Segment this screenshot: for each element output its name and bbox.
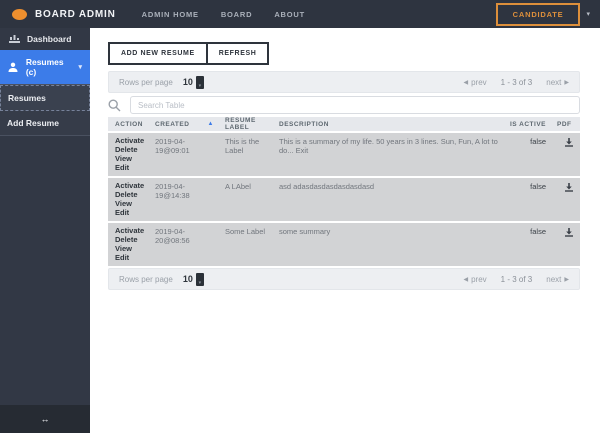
rows-per-page-select[interactable]: ▾ [195,75,204,89]
prev-page-button[interactable]: ◀ prev [463,78,486,87]
cell-description: This is a summary of my life. 50 years i… [279,137,498,155]
sidebar-item-label: Resumes (c) [25,57,64,77]
cell-is-active: false [530,137,546,146]
edit-link[interactable]: Edit [115,209,148,217]
column-header-resume-label[interactable]: RESUME LABEL [218,117,272,131]
view-link[interactable]: View [115,245,148,253]
sidebar-collapse-toggle[interactable]: ↔ [0,405,90,433]
add-new-resume-button[interactable]: ADD NEW RESUME [108,42,208,65]
toolbar: ADD NEW RESUME REFRESH [108,42,580,65]
edit-link[interactable]: Edit [115,254,148,262]
column-header-created[interactable]: CREATED ▲ [148,121,218,128]
cell-resume-label: This is the Label [225,137,260,155]
prev-arrow-icon: ◀ [463,79,469,86]
cell-resume-label: A LAbel [225,182,251,191]
resize-arrows-icon: ↔ [40,414,50,424]
table-row: Activate Delete View Edit 2019-04-19@09:… [108,133,580,176]
sidebar-submenu: Resumes Add Resume [0,84,90,136]
nav-item-about[interactable]: ABOUT [274,10,305,19]
rows-per-page-label: Rows per page [119,274,173,284]
table-row: Activate Delete View Edit 2019-04-19@14:… [108,178,580,221]
search-icon[interactable] [108,98,130,112]
column-header-is-active[interactable]: IS ACTIVE [500,121,550,128]
page-range-label: 1 - 3 of 3 [500,77,533,87]
cell-resume-label: Some Label [225,227,266,236]
nav-item-admin-home[interactable]: ADMIN HOME [142,10,199,19]
pagination-bar-bottom: Rows per page 10 ▾ ◀ prev 1 - 3 of 3 nex… [108,268,580,290]
sidebar-subitem-add-resume[interactable]: Add Resume [0,111,90,135]
page-range-label: 1 - 3 of 3 [500,274,533,284]
candidate-button[interactable]: CANDIDATE [495,2,581,26]
brand-title: BOARD ADMIN [35,8,116,20]
prev-arrow-icon: ◀ [463,276,469,283]
cell-is-active: false [530,227,546,236]
user-icon [8,62,19,72]
prev-page-button[interactable]: ◀ prev [463,275,486,284]
main-content: ADD NEW RESUME REFRESH Rows per page 10 … [90,28,600,433]
refresh-button[interactable]: REFRESH [205,42,270,65]
search-row [108,95,580,115]
top-navbar: BOARD ADMIN ADMIN HOME BOARD ABOUT CANDI… [0,0,600,28]
navbar-menu: ADMIN HOME BOARD ABOUT [142,10,305,19]
rows-per-page-value: 10 [182,77,193,87]
delete-link[interactable]: Delete [115,146,148,154]
rows-per-page-label: Rows per page [119,77,173,87]
nav-item-board[interactable]: BOARD [221,10,253,19]
rows-per-page-select[interactable]: ▾ [195,272,204,286]
column-header-action[interactable]: ACTION [108,121,148,128]
chart-icon [8,34,20,44]
rows-per-page-value: 10 [182,274,193,284]
cell-created: 2019-04-19@14:38 [155,182,190,200]
user-dropdown-caret-icon[interactable]: ▾ [586,10,590,18]
next-arrow-icon: ▶ [564,276,569,283]
next-page-button[interactable]: next ▶ [546,275,569,284]
table-header: ACTION CREATED ▲ RESUME LABEL DESCRIPTIO… [108,117,580,131]
sidebar-item-dashboard[interactable]: Dashboard [0,28,90,50]
pagination-bar-top: Rows per page 10 ▾ ◀ prev 1 - 3 of 3 nex… [108,71,580,93]
chevron-down-icon: ▾ [78,64,82,71]
view-link[interactable]: View [115,200,148,208]
app-window: BOARD ADMIN ADMIN HOME BOARD ABOUT CANDI… [0,0,600,433]
download-pdf-icon[interactable] [550,182,580,217]
activate-link[interactable]: Activate [115,137,148,145]
activate-link[interactable]: Activate [115,182,148,190]
cell-description: asd adasdasdasdasdasdasd [279,182,375,191]
delete-link[interactable]: Delete [115,236,148,244]
table-row: Activate Delete View Edit 2019-04-20@08:… [108,223,580,266]
activate-link[interactable]: Activate [115,227,148,235]
column-header-description[interactable]: DESCRIPTION [272,121,500,128]
download-pdf-icon[interactable] [550,137,580,172]
sort-asc-icon: ▲ [207,121,214,127]
edit-link[interactable]: Edit [115,164,148,172]
sidebar-subitem-resumes[interactable]: Resumes [0,85,90,111]
column-header-pdf[interactable]: PDF [550,121,580,128]
next-arrow-icon: ▶ [564,79,569,86]
cell-created: 2019-04-20@08:56 [155,227,190,245]
sidebar: Dashboard Resumes (c) ▾ Resumes Add Resu… [0,28,90,433]
view-link[interactable]: View [115,155,148,163]
search-input[interactable] [130,96,580,114]
cell-description: some summary [279,227,331,236]
cell-created: 2019-04-19@09:01 [155,137,190,155]
sidebar-item-label: Dashboard [27,34,72,44]
download-pdf-icon[interactable] [550,227,580,262]
cell-is-active: false [530,182,546,191]
sidebar-item-resumes[interactable]: Resumes (c) ▾ [0,50,90,84]
brand-logo-icon [12,8,27,20]
next-page-button[interactable]: next ▶ [546,78,569,87]
delete-link[interactable]: Delete [115,191,148,199]
